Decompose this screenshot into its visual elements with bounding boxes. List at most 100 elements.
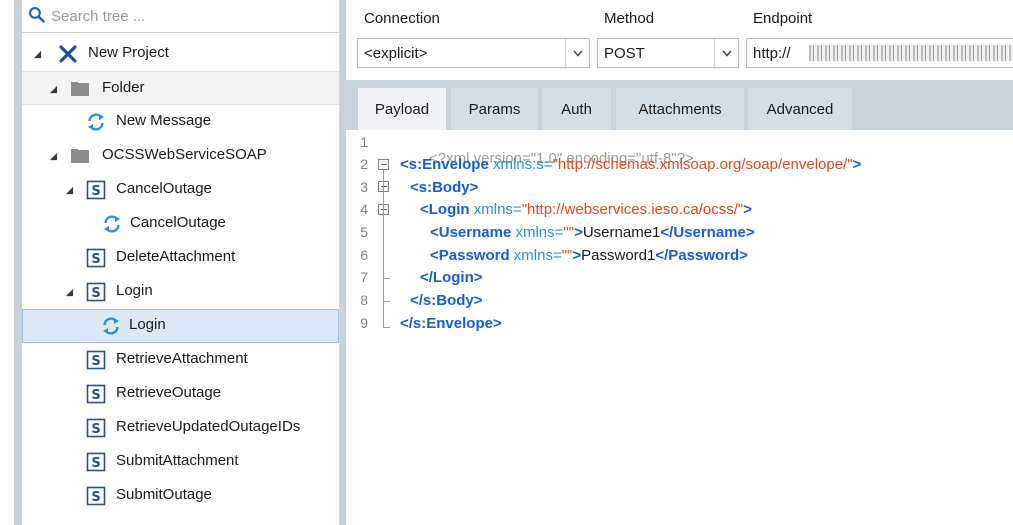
svg-text:S: S: [91, 354, 100, 369]
refresh-message-icon: [86, 112, 106, 132]
tab-advanced[interactable]: Advanced: [748, 88, 852, 130]
expand-arrow-icon[interactable]: [32, 49, 42, 59]
tree-node-folder[interactable]: Folder: [22, 71, 339, 105]
line-number: 1: [360, 134, 368, 150]
tree-node-retrieveoutage[interactable]: S RetrieveOutage: [22, 377, 339, 411]
svg-text:S: S: [91, 388, 100, 403]
xml-attribute-value: "": [561, 247, 573, 264]
xml-attribute: xmlns=: [469, 201, 522, 218]
xml-tag: </Login>: [420, 269, 483, 286]
soap-operation-icon: S: [86, 180, 106, 200]
xml-tag: <s:Body>: [410, 179, 479, 196]
soap-operation-icon: S: [86, 486, 106, 506]
tree-node-label: Folder: [102, 79, 145, 96]
soap-operation-icon: S: [86, 384, 106, 404]
code-line-7: </Login>: [420, 269, 483, 286]
tree-node-retrieveattachment[interactable]: S RetrieveAttachment: [22, 343, 339, 377]
tree-node-retrieveupdatedoutageids[interactable]: S RetrieveUpdatedOutageIDs: [22, 411, 339, 445]
chevron-down-icon[interactable]: [714, 39, 738, 67]
xml-attribute: xmlns:s=: [488, 156, 553, 173]
xml-tag: <Username: [430, 224, 512, 241]
tree-node-label: OCSSWebServiceSOAP: [102, 146, 267, 163]
folder-icon: [70, 79, 90, 99]
connection-label: Connection: [364, 10, 440, 27]
tree-node-label: New Project: [88, 44, 169, 61]
tree-node-deleteattachment[interactable]: S DeleteAttachment: [22, 241, 339, 275]
soap-operation-icon: S: [86, 282, 106, 302]
search-icon: [28, 6, 45, 27]
xml-attribute: xmlns=: [511, 224, 564, 241]
tree-node-label: New Message: [116, 112, 212, 129]
xml-bracket: >: [574, 224, 583, 241]
tab-attachments[interactable]: Attachments: [616, 88, 744, 130]
endpoint-label: Endpoint: [753, 10, 813, 27]
tree-node-ocsswebservicesoap[interactable]: OCSSWebServiceSOAP: [22, 139, 339, 173]
code-line-4: <Login xmlns="http://webservices.ieso.ca…: [420, 201, 752, 218]
expand-arrow-icon[interactable]: [48, 84, 58, 94]
xml-attribute: xmlns=: [509, 247, 562, 264]
endpoint-input[interactable]: http://: [746, 38, 1013, 68]
line-number: 2: [360, 156, 368, 172]
method-label: Method: [604, 10, 655, 27]
tree-node-label: RetrieveAttachment: [116, 350, 248, 367]
soap-operation-icon: S: [86, 418, 106, 438]
code-line-2: <s:Envelope xmlns:s="http://schemas.xmls…: [400, 156, 861, 173]
tree-node-login-message[interactable]: Login: [22, 309, 339, 343]
tree-node-canceloutage-message[interactable]: CancelOutage: [22, 207, 339, 241]
expand-arrow-icon[interactable]: [64, 185, 74, 195]
tree-node-submitoutage[interactable]: S SubmitOutage: [22, 479, 339, 513]
tree-node-submitattachment[interactable]: S SubmitAttachment: [22, 445, 339, 479]
tab-params[interactable]: Params: [451, 88, 538, 130]
xml-attribute-value: "": [563, 224, 575, 241]
window-edge-bar: [14, 0, 22, 525]
svg-text:S: S: [91, 184, 100, 199]
xml-text: Password1: [581, 247, 656, 264]
tree-node-new-message[interactable]: New Message: [22, 105, 339, 139]
tab-payload[interactable]: Payload: [358, 88, 446, 130]
tree-node-label: Login: [129, 316, 166, 333]
fold-toggle-icon[interactable]: [378, 159, 389, 170]
svg-text:S: S: [91, 456, 100, 471]
expand-arrow-icon[interactable]: [48, 151, 58, 161]
soap-operation-icon: S: [86, 248, 106, 268]
xml-tag: <Login: [420, 201, 470, 218]
line-number: 8: [360, 292, 368, 308]
line-number: 6: [360, 247, 368, 263]
refresh-message-icon: [102, 214, 122, 234]
tree-node-label: RetrieveOutage: [116, 384, 222, 401]
chevron-down-icon[interactable]: [565, 39, 589, 67]
xml-attribute-value: "http://schemas.xmlsoap.org/soap/envelop…: [552, 156, 853, 173]
tree-node-login-operation[interactable]: S Login: [22, 275, 339, 309]
redacted-url-region: [809, 45, 1013, 61]
fold-end-marker: [383, 327, 390, 328]
tree-node-label: SubmitOutage: [116, 486, 212, 503]
soap-operation-icon: S: [86, 350, 106, 370]
method-value: POST: [604, 44, 645, 62]
svg-text:S: S: [91, 286, 100, 301]
endpoint-value: http://: [753, 44, 791, 62]
tab-auth[interactable]: Auth: [542, 88, 611, 130]
xml-text: Username1: [582, 224, 661, 241]
tree-search-box[interactable]: [22, 0, 340, 33]
window-edge: [0, 0, 14, 525]
connection-value: <explicit>: [364, 44, 428, 62]
xml-bracket: >: [572, 247, 582, 264]
soap-operation-icon: S: [86, 452, 106, 472]
tree-search-input[interactable]: [51, 7, 321, 25]
svg-text:S: S: [91, 490, 100, 505]
fold-end-marker: [383, 278, 390, 279]
xml-attribute-value: "http://webservices.ieso.ca/ocss/": [521, 201, 744, 218]
tree-node-canceloutage-operation[interactable]: S CancelOutage: [22, 173, 339, 207]
request-editor-area: Connection Method Endpoint <explicit> PO…: [340, 0, 1013, 525]
line-number: 9: [360, 315, 368, 331]
tree-node-new-project[interactable]: New Project: [22, 37, 339, 71]
code-line-5: <Username xmlns="">Username1</Username>: [430, 224, 755, 241]
connection-select[interactable]: <explicit>: [357, 38, 590, 68]
method-select[interactable]: POST: [597, 38, 739, 68]
tree-node-label: DeleteAttachment: [116, 248, 236, 265]
code-line-9: </s:Envelope>: [400, 315, 502, 332]
expand-arrow-icon[interactable]: [64, 287, 74, 297]
xml-tag: <s:Envelope: [400, 156, 489, 173]
fold-guide-line: [383, 170, 384, 328]
xml-payload-editor[interactable]: 1 2 3 4 5 6 7 8 9 <?xml version="1.0" en…: [346, 130, 1013, 525]
